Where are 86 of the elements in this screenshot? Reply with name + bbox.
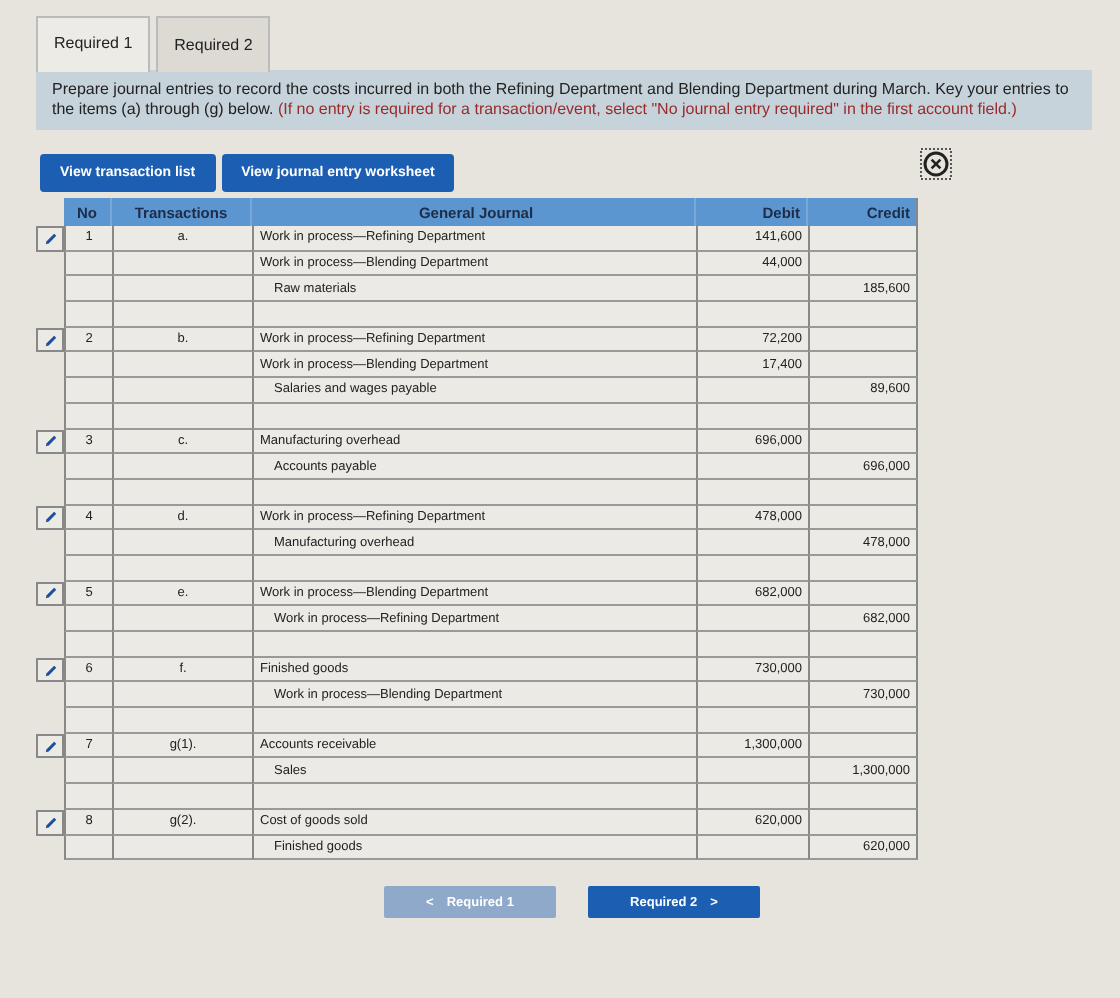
table-cell [696,632,808,658]
table-cell [808,657,918,683]
table-cell [112,835,252,861]
table-cell [64,403,112,429]
table-cell [696,454,808,480]
table-cell [64,302,112,328]
table-cell [112,606,252,632]
edit-button[interactable] [36,327,64,353]
table-cell [112,530,252,556]
table-cell [808,327,918,353]
pencil-icon [43,231,57,246]
table-cell [112,302,252,328]
table-cell [696,555,808,582]
table-cell [696,378,808,404]
table-cell [64,454,112,480]
table-cell [808,784,918,810]
table-cell [64,378,112,404]
table-cell [696,302,808,328]
table-cell [808,555,918,582]
instructions-text: Prepare journal entries to record the costs incurred in both the Refining Department and Blending Department during March. Key your entries to the items (a) through (g) below. (If no entry is required for a transaction/event, select "No journal entry required" in the first account field.) [52,80,1071,120]
pencil-icon [43,510,57,525]
edit-button[interactable] [36,505,64,531]
table-cell [696,403,808,429]
table-cell [112,378,252,404]
table-cell [112,632,252,658]
table-cell [808,632,918,658]
table-cell [696,708,808,734]
edit-button[interactable] [36,581,64,607]
table-cell [112,758,252,785]
table-cell [112,479,252,506]
table-cell [808,733,918,759]
tab[interactable]: Required 1 [36,16,151,72]
table-cell [808,302,918,328]
table-cell [808,352,918,379]
pencil-icon [43,739,57,754]
edit-button[interactable] [36,429,64,455]
table-cell [64,682,112,709]
table-cell [112,454,252,480]
table-cell [64,530,112,556]
pencil-icon [43,586,57,601]
table-cell [112,784,252,810]
table-cell [112,682,252,709]
table-cell [112,251,252,277]
table-cell [64,276,112,303]
table-cell [696,682,808,709]
edit-button[interactable] [36,733,64,759]
table-cell [64,479,112,506]
table-cell [64,835,112,861]
table-cell [808,581,918,607]
table-cell [64,555,112,582]
table-cell [112,708,252,734]
table-cell [808,505,918,531]
table-cell [808,226,918,252]
table-cell [808,479,918,506]
table-cell [64,784,112,810]
table-cell [112,276,252,303]
table-cell [64,251,112,277]
table-cell [112,352,252,379]
table-cell [64,352,112,379]
edit-button[interactable] [36,226,64,252]
table-cell [808,809,918,835]
table-cell [696,758,808,785]
table-cell [696,479,808,506]
table-cell [64,758,112,785]
pencil-icon [43,663,57,678]
table-cell [64,606,112,632]
table-cell [696,835,808,861]
table-cell [112,403,252,429]
table-cell [808,251,918,277]
table-cell [64,708,112,734]
edit-button[interactable] [36,657,64,683]
table-cell [696,276,808,303]
table-cell [696,606,808,632]
table-cell [64,632,112,658]
table-cell [696,530,808,556]
edit-button[interactable] [36,809,64,835]
table-cell [696,784,808,810]
table-cell [808,708,918,734]
pencil-icon [43,434,57,449]
pencil-icon [43,333,57,348]
table-cell [808,403,918,429]
close-icon[interactable] [920,147,952,179]
pencil-icon [43,815,57,830]
table-cell [808,429,918,455]
tab[interactable]: Required 2 [156,16,271,72]
table-cell [112,555,252,582]
